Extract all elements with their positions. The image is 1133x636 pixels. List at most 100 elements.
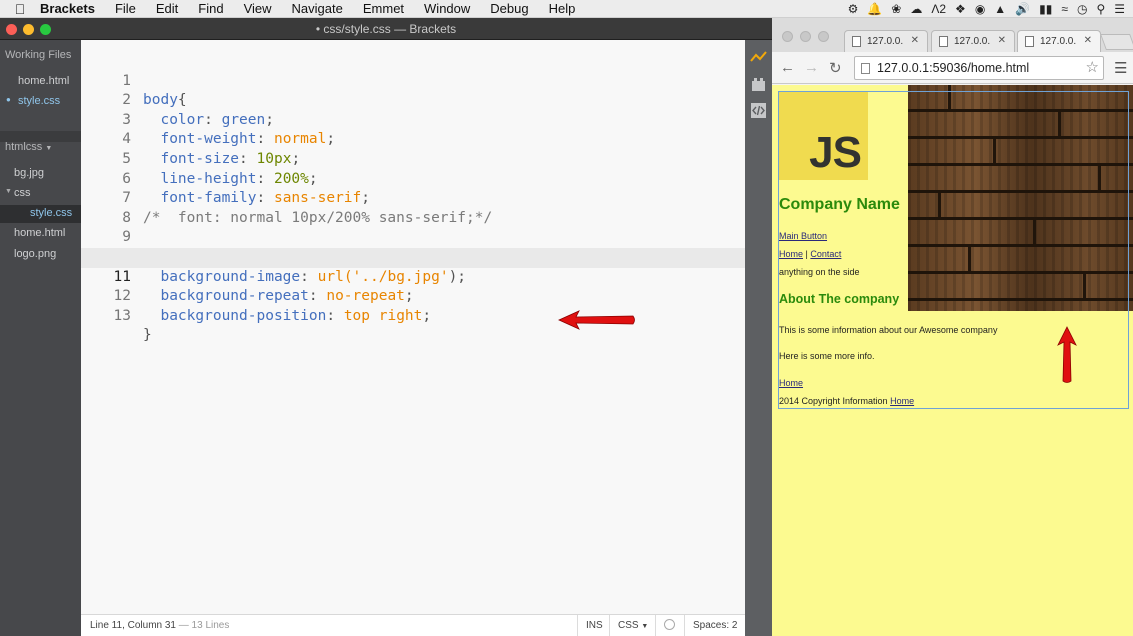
code-line: 7 /* font: normal 10px/200% sans-serif;*… <box>81 170 745 226</box>
insert-mode-toggle[interactable]: INS <box>577 615 611 636</box>
volume-icon[interactable]: 🔊 <box>1015 2 1030 16</box>
menu-debug[interactable]: Debug <box>490 1 528 16</box>
web-page-viewport: JS Company Name Main Button Home | Conta… <box>772 85 1133 636</box>
status-bar: Line 11, Column 31 — 13 Lines INS CSS ▼ … <box>81 614 745 636</box>
evernote-icon[interactable]: ❀ <box>891 2 901 16</box>
copyright-home-link[interactable]: Home <box>890 396 914 406</box>
menu-find[interactable]: Find <box>198 1 223 16</box>
working-files-header: Working Files <box>5 49 72 61</box>
language-select[interactable]: CSS ▼ <box>609 615 656 636</box>
menu-help[interactable]: Help <box>549 1 576 16</box>
copyright: 2014 Copyright Information Home <box>779 396 914 406</box>
battery-icon[interactable]: ▮▮ <box>1039 2 1052 16</box>
code-line: 12 background-position: top right; <box>81 268 745 324</box>
adobe-badge: 2 <box>939 2 947 16</box>
address-bar[interactable]: 127.0.0.1:59036/home.html ☆ <box>854 56 1104 80</box>
live-preview-icon[interactable] <box>750 49 767 66</box>
right-toolbar <box>745 40 772 636</box>
window-title: • css/style.css — Brackets <box>315 22 457 36</box>
menu-emmet[interactable]: Emmet <box>363 1 404 16</box>
menu-view[interactable]: View <box>244 1 272 16</box>
close-tab-icon[interactable]: ✕ <box>911 35 919 46</box>
clock-icon[interactable]: ◷ <box>1077 2 1087 16</box>
tree-file-bg[interactable]: bg.jpg <box>14 167 44 179</box>
menu-extras: ⚙ 🔔 ❀ ☁ Λ2 ❖ ◉ ▲ 🔊 ▮▮ ≈ ◷ ⚲ ☰ <box>848 0 1125 18</box>
forward-arrow-icon[interactable]: → <box>804 59 819 76</box>
nav-links: Home | Contact <box>779 249 841 259</box>
menu-edit[interactable]: Edit <box>156 1 178 16</box>
red-arrow-up-icon <box>1057 326 1077 383</box>
back-arrow-icon[interactable]: ← <box>780 59 795 76</box>
bookmark-star-icon[interactable]: ☆ <box>1086 58 1099 76</box>
brace: } <box>143 327 152 344</box>
menu-file[interactable]: File <box>115 1 136 16</box>
bell-icon[interactable]: 🔔 <box>867 2 882 16</box>
tab-title: 127.0.0. <box>1040 36 1077 47</box>
code-line: 13 } <box>81 287 745 344</box>
folder-open-chevron-icon[interactable]: ▼ <box>5 188 12 195</box>
footer-home-text: Home <box>779 378 804 388</box>
browser-minimize-button[interactable] <box>800 31 811 42</box>
browser-tab[interactable]: 127.0.0. ✕ <box>931 30 1015 52</box>
tree-file-style[interactable]: style.css <box>30 207 72 219</box>
gear-icon[interactable]: ⚙ <box>848 2 859 16</box>
page-icon <box>852 36 861 47</box>
side-text: anything on the side <box>779 267 860 277</box>
code-line: 5 line-height: 200%; <box>81 130 745 187</box>
red-arrow-left-icon <box>558 310 635 330</box>
apple-icon[interactable]:  <box>0 1 40 17</box>
working-file-home[interactable]: home.html <box>18 75 69 87</box>
working-file-style[interactable]: style.css <box>18 95 60 107</box>
browser-close-button[interactable] <box>782 31 793 42</box>
menu-window[interactable]: Window <box>424 1 470 16</box>
page-icon <box>861 63 870 74</box>
dropbox-icon[interactable]: ❖ <box>955 2 966 16</box>
browser-toolbar: ← → ↻ 127.0.0.1:59036/home.html ☆ ☰ <box>772 52 1133 84</box>
indent-spaces[interactable]: Spaces: 2 <box>684 615 745 636</box>
cloud-icon[interactable]: ☁ <box>910 2 922 16</box>
code-line: 3 font-weight: normal; <box>81 91 745 148</box>
browser-zoom-button[interactable] <box>818 31 829 42</box>
cursor-position: Line 11, Column 31 — 13 Lines <box>90 620 229 631</box>
search-icon[interactable]: ⚲ <box>1096 2 1105 16</box>
reload-icon[interactable]: ↻ <box>829 59 842 77</box>
main-button-link[interactable]: Main Button <box>779 231 827 241</box>
line-count: — 13 Lines <box>178 620 230 631</box>
tree-folder-css[interactable]: css <box>14 187 31 199</box>
nav-home-link[interactable]: Home <box>779 249 803 259</box>
menu-navigate[interactable]: Navigate <box>292 1 343 16</box>
cursor-position-label: Line 11, Column 31 <box>90 620 176 631</box>
tree-file-home[interactable]: home.html <box>14 227 65 239</box>
footer-home-link[interactable]: Home <box>779 378 803 388</box>
close-tab-icon[interactable]: ✕ <box>998 35 1006 46</box>
extension-manager-icon[interactable] <box>750 76 767 93</box>
code-editor[interactable]: 1 body{ 2 color: green; 3 font-weight: n… <box>81 40 745 614</box>
file-sidebar: Working Files home.html ● style.css html… <box>0 40 81 636</box>
browser-menu-icon[interactable]: ☰ <box>1114 59 1127 77</box>
css-property: background-position <box>160 307 327 324</box>
browser-tab-active[interactable]: 127.0.0. ✕ <box>1017 30 1101 52</box>
url-text: 127.0.0.1:59036/home.html <box>877 61 1030 75</box>
adobe-icon[interactable]: Λ2 <box>931 2 946 16</box>
wifi-icon[interactable]: ≈ <box>1061 2 1068 16</box>
code-icon[interactable] <box>750 102 767 119</box>
project-dropdown[interactable]: htmlcss ▼ <box>5 141 52 153</box>
record-icon[interactable]: ◉ <box>975 2 985 16</box>
tab-title: 127.0.0. <box>954 36 991 47</box>
code-line: 6 font-family: sans-serif; <box>81 150 745 207</box>
line-number: 13 <box>113 307 131 324</box>
list-icon[interactable]: ☰ <box>1114 2 1125 16</box>
tab-title: 127.0.0. <box>867 36 904 47</box>
page-icon <box>1025 36 1034 47</box>
window-title-bar: • css/style.css — Brackets <box>0 18 772 40</box>
nav-contact-link[interactable]: Contact <box>810 249 841 259</box>
drive-icon[interactable]: ▲ <box>994 2 1006 16</box>
new-tab-button[interactable] <box>1100 34 1133 50</box>
menu-brackets[interactable]: Brackets <box>40 1 95 16</box>
logo-text: JS <box>809 128 862 177</box>
tree-file-logo[interactable]: logo.png <box>14 248 56 260</box>
close-tab-icon[interactable]: ✕ <box>1084 35 1092 46</box>
linter-status[interactable] <box>655 615 683 636</box>
browser-tab[interactable]: 127.0.0. ✕ <box>844 30 928 52</box>
chevron-down-icon: ▼ <box>641 623 649 630</box>
